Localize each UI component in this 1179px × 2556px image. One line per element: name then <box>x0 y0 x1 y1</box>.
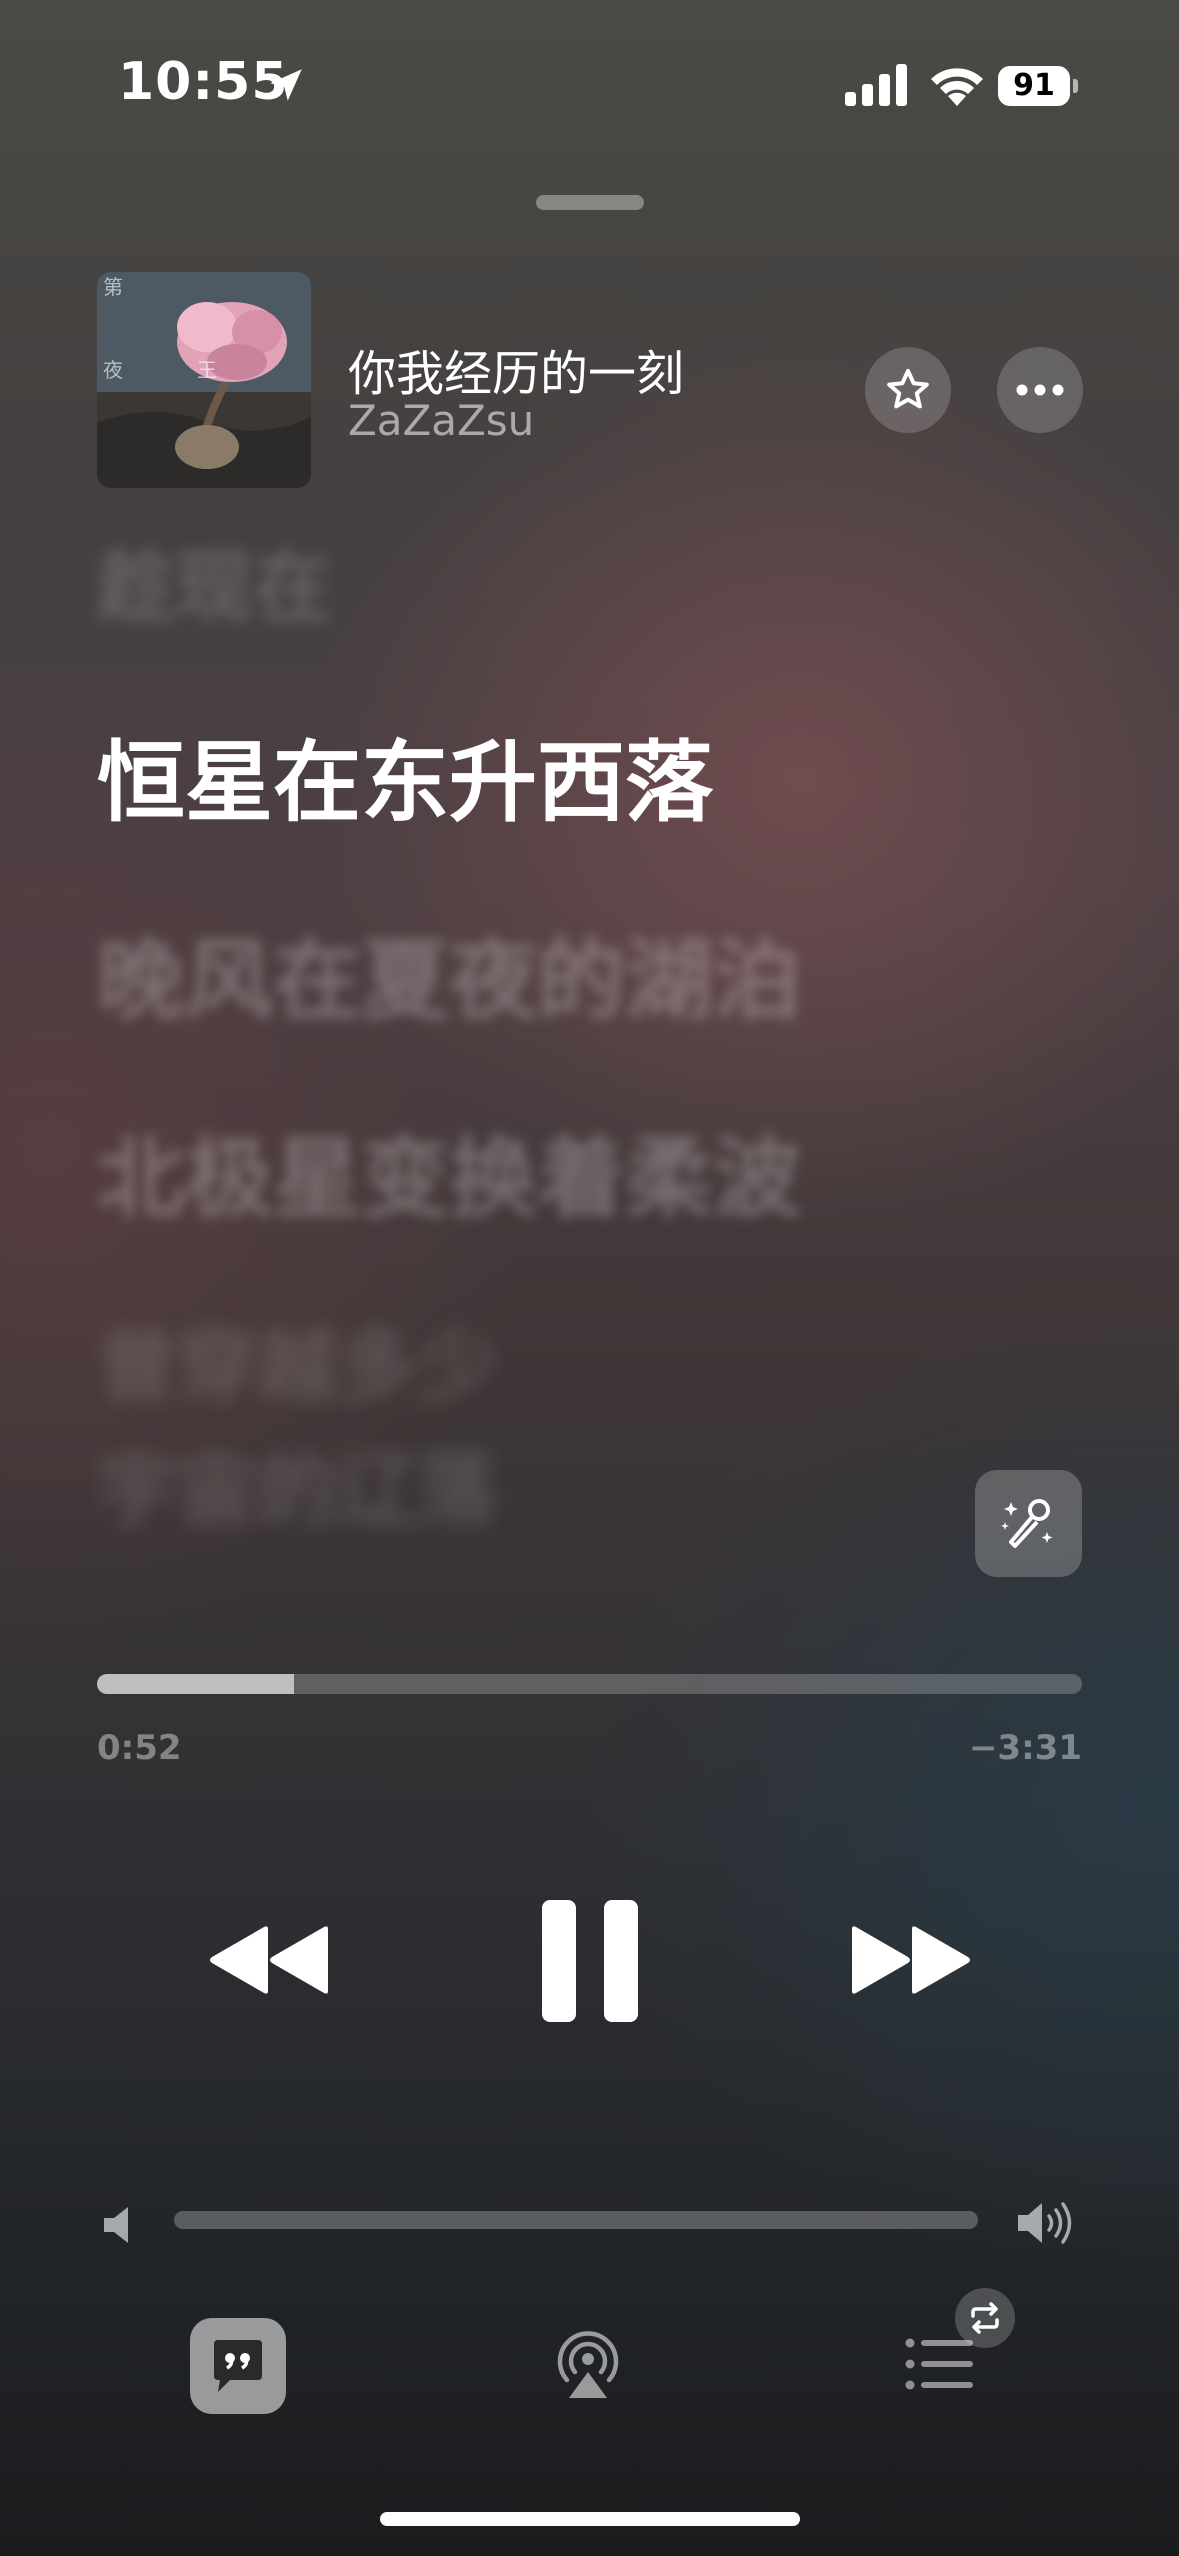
lyric-line-upcoming[interactable]: 曾穿越多少 <box>97 1302 497 1418</box>
lyric-line-next[interactable]: 晚风在夏夜的湖泊 <box>97 910 801 1037</box>
wifi-icon <box>931 68 983 106</box>
sheet-grabber[interactable] <box>536 195 644 210</box>
airplay-icon[interactable] <box>553 2328 623 2400</box>
more-options-button[interactable] <box>997 347 1083 433</box>
playback-progress-fill <box>97 1674 294 1694</box>
svg-text:夜: 夜 <box>103 358 123 382</box>
lyrics-button[interactable] <box>190 2318 286 2414</box>
sing-microphone-icon <box>1000 1498 1052 1548</box>
lyric-line-next[interactable]: 北极星变换着柔波 <box>97 1108 801 1235</box>
queue-list-icon[interactable] <box>905 2335 975 2393</box>
location-arrow-icon <box>270 69 302 101</box>
elapsed-time: 0:52 <box>97 1728 182 1768</box>
battery-indicator: 91 <box>998 66 1078 106</box>
svg-text:王: 王 <box>197 358 217 382</box>
pause-icon[interactable] <box>542 1900 638 2022</box>
lyrics-quote-icon <box>214 2340 262 2392</box>
ellipsis-icon <box>1016 384 1064 396</box>
lyric-line-upcoming[interactable]: 宇宙的辽落 <box>97 1426 497 1542</box>
status-time: 10:55 <box>118 52 289 112</box>
remaining-time: −3:31 <box>968 1728 1082 1768</box>
lyric-line-previous[interactable]: 趁现在 <box>97 525 331 637</box>
battery-level: 91 <box>1013 68 1055 103</box>
home-indicator[interactable] <box>380 2512 800 2526</box>
album-artwork[interactable]: 第 夜 王 <box>97 272 311 488</box>
volume-low-icon <box>104 2207 128 2243</box>
cellular-signal-icon <box>845 64 907 106</box>
sing-button[interactable] <box>975 1470 1082 1577</box>
lyric-line-current[interactable]: 恒星在东升西落 <box>97 712 713 839</box>
svg-text:第: 第 <box>103 275 123 299</box>
volume-high-icon <box>1018 2202 1072 2244</box>
playback-scrubber[interactable] <box>97 1674 1082 1694</box>
rewind-icon[interactable] <box>208 1925 330 1995</box>
star-icon <box>887 369 929 409</box>
repeat-icon <box>971 2302 999 2334</box>
volume-slider[interactable] <box>174 2211 978 2229</box>
favorite-button[interactable] <box>865 347 951 433</box>
repeat-button[interactable] <box>955 2288 1015 2348</box>
song-title[interactable]: 你我经历的一刻 <box>348 334 684 404</box>
artist-name[interactable]: ZaZaZsu <box>348 396 534 445</box>
fast-forward-icon[interactable] <box>850 1925 972 1995</box>
